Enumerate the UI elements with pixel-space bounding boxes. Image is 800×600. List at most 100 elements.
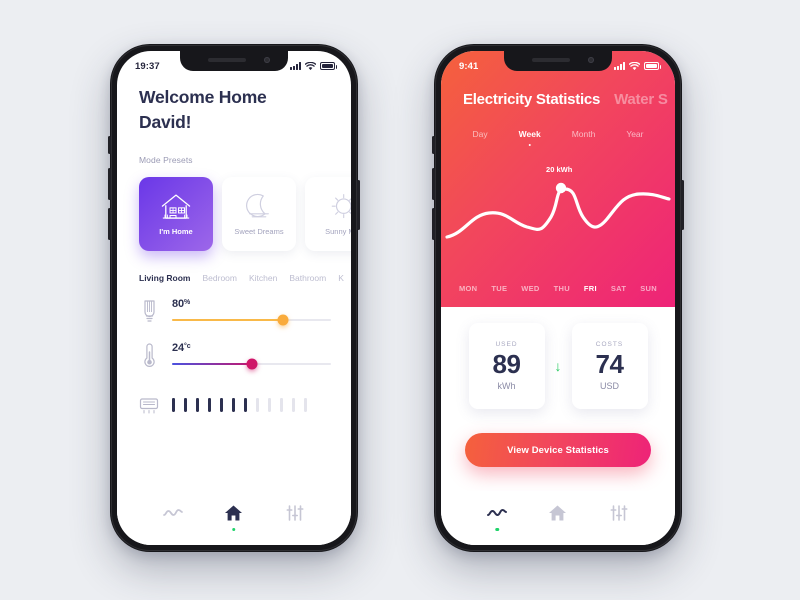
light-slider-group: 80%	[172, 297, 331, 326]
temperature-slider-track[interactable]	[172, 358, 331, 370]
earpiece-speaker	[208, 58, 246, 62]
chart-highlight-point[interactable]	[441, 161, 675, 261]
active-indicator-dot	[528, 143, 531, 146]
stat-card-used[interactable]: USED 89 kWh	[468, 323, 545, 409]
status-time: 9:41	[459, 60, 479, 72]
day-label-mon: MON	[459, 284, 478, 293]
sliders-icon	[610, 505, 628, 521]
room-tab-living-room[interactable]: Living Room	[139, 273, 190, 283]
nav-item-statistics[interactable]	[156, 500, 190, 526]
summary-cards: USED 89 kWh ↓ COSTS 74 USD	[441, 323, 675, 409]
greeting-line-2: David!	[139, 111, 192, 132]
preset-label: I'm Home	[159, 226, 193, 236]
light-control: 80%	[139, 297, 331, 327]
nav-item-home[interactable]	[217, 500, 251, 531]
status-time: 19:37	[135, 60, 160, 72]
canvas: 19:37 Welcome Home David! Mode Presets I…	[0, 0, 800, 600]
wifi-icon	[305, 61, 316, 70]
preset-card-sweet-dreams[interactable]: Sweet Dreams	[222, 176, 296, 251]
range-tab-week[interactable]: Week	[519, 129, 541, 146]
status-icons	[290, 61, 337, 71]
day-label-sat: SAT	[610, 284, 627, 293]
ac-control	[139, 391, 331, 421]
temperature-value: 24°c	[172, 341, 191, 354]
nav-item-settings[interactable]	[602, 500, 636, 526]
view-device-statistics-button[interactable]: View Device Statistics	[465, 433, 651, 467]
phone-left: 19:37 Welcome Home David! Mode Presets I…	[108, 44, 360, 552]
notch	[504, 51, 612, 71]
power-button[interactable]	[681, 180, 684, 230]
left-content: Welcome Home David! Mode Presets I'm Hom…	[117, 51, 351, 545]
home-icon	[225, 505, 243, 521]
volume-down-button[interactable]	[108, 208, 111, 240]
active-indicator-dot	[232, 527, 236, 531]
page-title: Welcome Home David!	[117, 85, 351, 135]
nav-item-settings[interactable]	[278, 500, 312, 526]
volume-down-button[interactable]	[432, 208, 435, 240]
volume-up-button[interactable]	[432, 168, 435, 200]
greeting-line-1: Welcome Home	[139, 87, 267, 107]
page-title-next[interactable]: Water S	[614, 91, 668, 108]
ac-level-bars[interactable]	[172, 397, 331, 413]
range-tab-year[interactable]: Year	[626, 129, 643, 139]
stat-caption: COSTS	[595, 341, 624, 349]
earpiece-speaker	[532, 58, 570, 62]
trend-down-arrow-icon: ↓	[554, 358, 562, 374]
mute-switch[interactable]	[432, 136, 435, 154]
light-value: 80%	[172, 297, 191, 310]
stat-caption: USED	[495, 341, 518, 349]
mode-presets-list: I'm Home Sweet Dreams Sunny	[117, 167, 351, 251]
room-tab-next[interactable]: K	[338, 273, 344, 283]
preset-label: Sweet Dreams	[234, 226, 284, 236]
day-label-wed: WED	[521, 284, 540, 293]
thermometer-icon	[139, 341, 159, 371]
preset-card-sunny-mode[interactable]: Sunny Mo	[305, 176, 351, 251]
room-tab-bedroom[interactable]: Bedroom	[202, 273, 237, 283]
mode-presets-label: Mode Presets	[139, 154, 193, 165]
volume-up-button[interactable]	[108, 168, 111, 200]
preset-label: Sunny Mo	[325, 226, 351, 236]
temperature-slider-fill	[172, 362, 252, 365]
light-slider-track[interactable]	[172, 314, 331, 326]
notch	[180, 51, 288, 71]
light-slider-knob[interactable]	[277, 314, 289, 326]
nav-item-home[interactable]	[541, 500, 575, 526]
statistics-header-panel: Electricity Statistics Water S Day Week …	[441, 51, 675, 307]
phone-right: Electricity Statistics Water S Day Week …	[432, 44, 684, 552]
room-tabs: Living Room Bedroom Kitchen Bathroom K	[117, 273, 351, 283]
preset-card-im-home[interactable]: I'm Home	[139, 176, 213, 251]
front-camera	[264, 57, 270, 63]
range-tabs: Day Week Month Year	[441, 129, 675, 146]
nav-item-statistics[interactable]	[480, 500, 514, 531]
device-controls: 80% 24°c	[117, 297, 351, 421]
day-label-tue: TUE	[491, 284, 508, 293]
house-icon	[161, 194, 191, 219]
wifi-icon	[629, 61, 640, 70]
right-screen: Electricity Statistics Water S Day Week …	[441, 51, 675, 545]
home-icon	[549, 505, 567, 521]
light-slider-fill	[172, 318, 284, 321]
day-label-thu: THU	[553, 284, 570, 293]
active-indicator-dot	[495, 527, 500, 531]
range-tab-month[interactable]: Month	[572, 129, 596, 139]
day-axis-labels: MON TUE WED THU FRI SAT SUN	[441, 284, 675, 293]
battery-icon	[644, 62, 661, 70]
room-tab-kitchen[interactable]: Kitchen	[249, 273, 277, 283]
mute-switch[interactable]	[108, 136, 111, 154]
power-button[interactable]	[357, 180, 360, 230]
stats-wave-icon	[163, 509, 184, 516]
stat-unit: kWh	[497, 380, 516, 391]
moon-icon	[246, 193, 269, 218]
stat-value: 89	[492, 349, 521, 380]
range-tab-day[interactable]: Day	[473, 129, 488, 139]
room-tab-bathroom[interactable]: Bathroom	[289, 273, 326, 283]
stat-card-costs[interactable]: COSTS 74 USD	[571, 323, 648, 409]
temperature-control: 24°c	[139, 341, 331, 371]
statistics-title-row: Electricity Statistics Water S	[463, 91, 675, 108]
day-label-sun: SUN	[640, 284, 657, 293]
battery-icon	[320, 62, 337, 70]
page-title: Electricity Statistics	[463, 91, 601, 108]
signal-bars-icon	[614, 62, 625, 70]
stats-wave-icon	[487, 508, 508, 517]
temperature-slider-knob[interactable]	[246, 358, 257, 370]
